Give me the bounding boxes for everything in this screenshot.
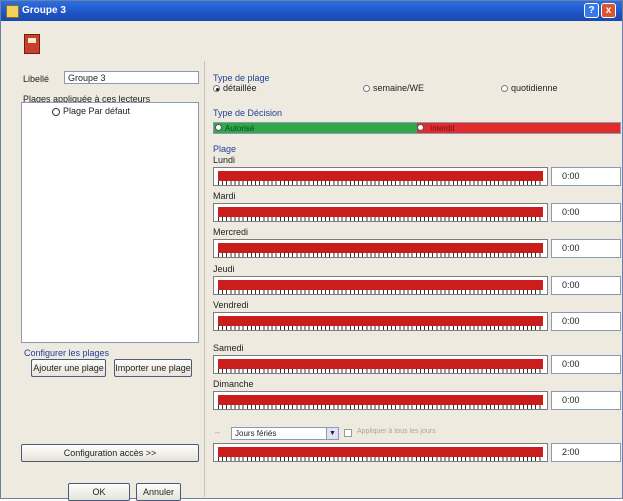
time-field[interactable]: 0:00	[551, 391, 621, 410]
decision-bar[interactable]: Autorisé Interdit	[213, 122, 621, 134]
day-row-dimanche: 0:00	[213, 391, 621, 410]
ok-button[interactable]: OK	[68, 483, 130, 501]
time-field[interactable]: 0:00	[551, 276, 621, 295]
group-icon	[24, 34, 40, 54]
panel-divider	[204, 61, 205, 497]
libelle-input[interactable]: Groupe 3	[64, 71, 199, 84]
hour-ticks	[218, 326, 543, 330]
time-field[interactable]: 0:00	[551, 239, 621, 258]
add-plage-button[interactable]: Ajouter une plage	[31, 359, 106, 377]
range-fill	[218, 316, 543, 326]
allow-knob[interactable]	[215, 124, 222, 131]
time-field[interactable]: 0:00	[551, 312, 621, 331]
day-row-mardi: 0:00	[213, 203, 621, 222]
time-range-bar[interactable]	[213, 443, 548, 462]
deny-knob[interactable]	[417, 124, 424, 131]
holiday-select[interactable]: Jours fériés ▼	[231, 427, 339, 440]
hour-ticks	[218, 457, 543, 461]
range-fill	[218, 395, 543, 405]
day-row-mercredi: 0:00	[213, 239, 621, 258]
holiday-check-label: Appliquer à tous les jours	[357, 428, 436, 435]
day-label-mercredi: Mercredi	[213, 227, 249, 237]
day-row-jeudi: 0:00	[213, 276, 621, 295]
clock-icon	[52, 107, 60, 116]
allow-label: Autorisé	[225, 124, 255, 133]
day-label-samedi: Samedi	[213, 343, 244, 353]
holiday-dash: –	[215, 427, 221, 437]
time-field[interactable]: 0:00	[551, 167, 621, 186]
day-label-mardi: Mardi	[213, 191, 236, 201]
help-button[interactable]: ?	[584, 3, 599, 18]
day-label-vendredi: Vendredi	[213, 300, 249, 310]
range-fill	[218, 243, 543, 253]
day-row-lundi: 0:00	[213, 167, 621, 186]
list-item[interactable]: Plage Par défaut	[52, 106, 130, 116]
title-bar: Groupe 3 ? x	[1, 1, 622, 21]
day-label-lundi: Lundi	[213, 155, 236, 165]
day-row-samedi: 0:00	[213, 355, 621, 374]
time-range-bar[interactable]	[213, 167, 548, 186]
radio-week[interactable]	[363, 85, 370, 92]
hour-ticks	[218, 369, 543, 373]
plage-label: Plage	[213, 144, 237, 154]
configure-label: Configurer les plages	[24, 348, 110, 358]
plage-list[interactable]: Plage Par défaut	[21, 102, 199, 343]
hour-ticks	[218, 405, 543, 409]
plage-item-label: Plage Par défaut	[63, 106, 131, 116]
time-range-bar[interactable]	[213, 391, 548, 410]
radio-daily-label: quotidienne	[511, 83, 558, 93]
hour-ticks	[218, 181, 543, 185]
libelle-label: Libellé	[23, 74, 50, 84]
chevron-down-icon[interactable]: ▼	[326, 428, 338, 439]
time-range-bar[interactable]	[213, 203, 548, 222]
holiday-select-value: Jours fériés	[235, 429, 277, 438]
radio-detailed[interactable]	[213, 85, 220, 92]
time-range-bar[interactable]	[213, 239, 548, 258]
config-access-button[interactable]: Configuration accès >>	[21, 444, 199, 462]
radio-detailed-label: détaillée	[223, 83, 257, 93]
hour-ticks	[218, 253, 543, 257]
type-plage-label: Type de plage	[213, 73, 270, 83]
time-range-bar[interactable]	[213, 355, 548, 374]
window-icon	[6, 5, 19, 18]
hour-ticks	[218, 290, 543, 294]
range-fill	[218, 171, 543, 181]
time-field[interactable]: 0:00	[551, 355, 621, 374]
range-fill	[218, 359, 543, 369]
time-field[interactable]: 0:00	[551, 203, 621, 222]
type-decision-label: Type de Décision	[213, 108, 283, 118]
hour-ticks	[218, 217, 543, 221]
deny-label: Interdit	[430, 124, 455, 133]
radio-week-label: semaine/WE	[373, 83, 425, 93]
cancel-button[interactable]: Annuler	[136, 483, 181, 501]
time-field[interactable]: 2:00	[551, 443, 621, 462]
range-fill	[218, 447, 543, 457]
range-fill	[218, 207, 543, 217]
close-button[interactable]: x	[601, 3, 616, 18]
day-row-vendredi: 0:00	[213, 312, 621, 331]
time-range-bar[interactable]	[213, 276, 548, 295]
day-row-holiday: 2:00	[213, 443, 621, 462]
time-range-bar[interactable]	[213, 312, 548, 331]
window-title: Groupe 3	[22, 5, 66, 16]
radio-daily[interactable]	[501, 85, 508, 92]
day-label-dimanche: Dimanche	[213, 379, 254, 389]
import-plage-button[interactable]: Importer une plage	[114, 359, 192, 377]
day-label-jeudi: Jeudi	[213, 264, 235, 274]
holiday-checkbox[interactable]	[344, 429, 352, 437]
dialog-window: Groupe 3 ? x Libellé Groupe 3 Plages app…	[0, 0, 623, 501]
range-fill	[218, 280, 543, 290]
